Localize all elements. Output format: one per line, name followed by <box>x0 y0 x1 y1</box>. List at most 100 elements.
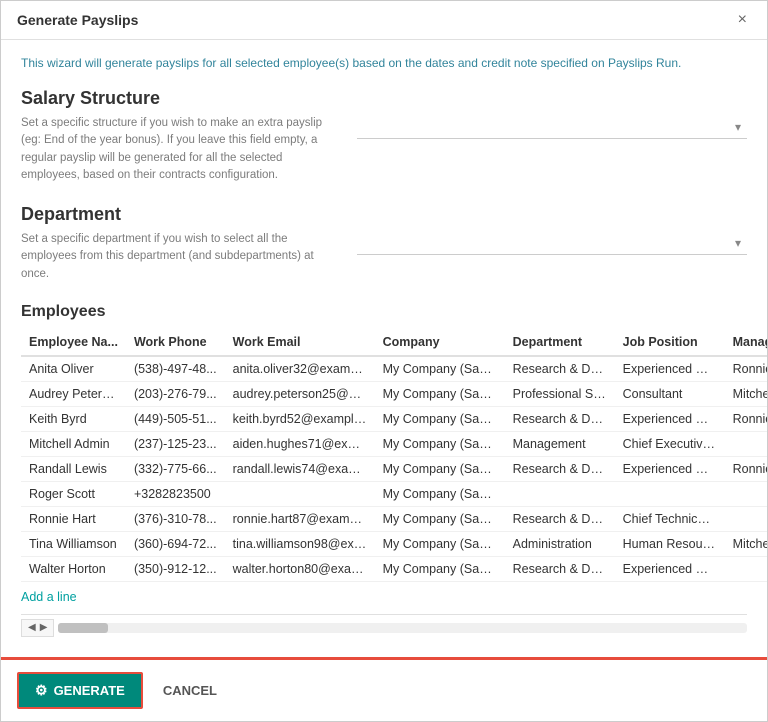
table-cell: Mitchell Admin <box>21 431 126 456</box>
modal-body: This wizard will generate payslips for a… <box>1 40 767 657</box>
table-cell: Mitchell... <box>725 531 767 556</box>
table-cell: Keith Byrd <box>21 406 126 431</box>
col-header-job: Job Position <box>615 329 725 356</box>
generate-button-label: GENERATE <box>54 683 125 698</box>
employees-section: Employees Employee Na... Work Phone Work… <box>21 303 747 604</box>
add-line-button[interactable]: Add a line <box>21 590 77 604</box>
generate-button[interactable]: ⚙ GENERATE <box>17 672 143 709</box>
table-cell: audrey.peterson25@example.com <box>225 381 375 406</box>
table-cell: My Company (San Francisco) <box>375 556 505 581</box>
table-cell: (360)-694-72... <box>126 531 225 556</box>
table-row[interactable]: Roger Scott+3282823500My Company (San Fr… <box>21 481 767 506</box>
col-header-email: Work Email <box>225 329 375 356</box>
table-cell: Audrey Peterson <box>21 381 126 406</box>
table-cell: walter.horton80@example.com <box>225 556 375 581</box>
table-cell <box>725 481 767 506</box>
table-cell: My Company (San Francisco) <box>375 431 505 456</box>
table-row[interactable]: Keith Byrd(449)-505-51...keith.byrd52@ex… <box>21 406 767 431</box>
table-cell: Experienced Developer <box>615 456 725 481</box>
table-cell <box>725 556 767 581</box>
table-cell: Ronnie H... <box>725 356 767 382</box>
table-cell: Administration <box>505 531 615 556</box>
salary-structure-dropdown-wrapper <box>357 115 747 139</box>
scroll-right-icon[interactable]: ▶ <box>40 622 48 633</box>
department-dropdown-wrapper <box>357 231 747 255</box>
table-cell: Human Resources Manager <box>615 531 725 556</box>
table-row[interactable]: Tina Williamson(360)-694-72...tina.willi… <box>21 531 767 556</box>
scroll-left-icon[interactable]: ◀ <box>28 622 36 633</box>
table-row[interactable]: Mitchell Admin(237)-125-23...aiden.hughe… <box>21 431 767 456</box>
department-desc: Set a specific department if you wish to… <box>21 231 341 283</box>
table-row[interactable]: Anita Oliver(538)-497-48...anita.oliver3… <box>21 356 767 382</box>
table-cell <box>615 481 725 506</box>
department-section: Department Set a specific department if … <box>21 204 747 283</box>
table-cell: Randall Lewis <box>21 456 126 481</box>
table-cell: Mitchell... <box>725 381 767 406</box>
table-cell: My Company (San Francisco) <box>375 481 505 506</box>
table-cell: Roger Scott <box>21 481 126 506</box>
department-row: Set a specific department if you wish to… <box>21 231 747 283</box>
table-cell: Consultant <box>615 381 725 406</box>
modal-footer: ⚙ GENERATE CANCEL <box>1 657 767 721</box>
table-cell: (203)-276-79... <box>126 381 225 406</box>
department-input-wrap <box>357 231 747 255</box>
generate-payslips-modal: Generate Payslips × This wizard will gen… <box>0 0 768 722</box>
table-cell: Research & Development <box>505 406 615 431</box>
table-cell: (350)-912-12... <box>126 556 225 581</box>
col-header-manager: Manage <box>725 329 767 356</box>
table-cell <box>505 481 615 506</box>
table-cell: aiden.hughes71@example.com <box>225 431 375 456</box>
table-row[interactable]: Walter Horton(350)-912-12...walter.horto… <box>21 556 767 581</box>
table-cell: (538)-497-48... <box>126 356 225 382</box>
close-button[interactable]: × <box>734 11 751 29</box>
table-cell: Experienced Developer <box>615 556 725 581</box>
table-row[interactable]: Randall Lewis(332)-775-66...randall.lewi… <box>21 456 767 481</box>
table-cell: Management <box>505 431 615 456</box>
table-body: Anita Oliver(538)-497-48...anita.oliver3… <box>21 356 767 582</box>
table-cell: ronnie.hart87@example.com <box>225 506 375 531</box>
table-cell: Tina Williamson <box>21 531 126 556</box>
table-cell: My Company (San Francisco) <box>375 456 505 481</box>
col-header-department: Department <box>505 329 615 356</box>
table-cell <box>225 481 375 506</box>
table-cell: My Company (San Francisco) <box>375 406 505 431</box>
table-cell: Anita Oliver <box>21 356 126 382</box>
modal-title: Generate Payslips <box>17 12 138 28</box>
table-header: Employee Na... Work Phone Work Email Com… <box>21 329 767 356</box>
table-cell: Ronnie Hart <box>21 506 126 531</box>
table-cell: (376)-310-78... <box>126 506 225 531</box>
table-cell: My Company (San Francisco) <box>375 531 505 556</box>
table-cell: (237)-125-23... <box>126 431 225 456</box>
table-cell <box>725 431 767 456</box>
table-cell: keith.byrd52@example.com <box>225 406 375 431</box>
table-cell: My Company (San Francisco) <box>375 381 505 406</box>
table-cell: My Company (San Francisco) <box>375 506 505 531</box>
salary-structure-dropdown[interactable] <box>357 115 747 139</box>
table-cell <box>725 506 767 531</box>
table-cell: anita.oliver32@example.com <box>225 356 375 382</box>
employees-title: Employees <box>21 303 747 321</box>
table-cell: (332)-775-66... <box>126 456 225 481</box>
col-header-phone: Work Phone <box>126 329 225 356</box>
table-row[interactable]: Audrey Peterson(203)-276-79...audrey.pet… <box>21 381 767 406</box>
col-header-company: Company <box>375 329 505 356</box>
employees-table: Employee Na... Work Phone Work Email Com… <box>21 329 767 582</box>
info-banner: This wizard will generate payslips for a… <box>21 56 747 70</box>
department-title: Department <box>21 204 747 225</box>
modal-header: Generate Payslips × <box>1 1 767 40</box>
salary-structure-section: Salary Structure Set a specific structur… <box>21 88 747 184</box>
table-cell: tina.williamson98@example.com <box>225 531 375 556</box>
salary-structure-desc: Set a specific structure if you wish to … <box>21 115 341 184</box>
table-row[interactable]: Ronnie Hart(376)-310-78...ronnie.hart87@… <box>21 506 767 531</box>
salary-structure-input-wrap <box>357 115 747 139</box>
salary-structure-row: Set a specific structure if you wish to … <box>21 115 747 184</box>
gear-icon: ⚙ <box>35 682 48 699</box>
table-cell: Experienced Developer <box>615 356 725 382</box>
table-cell: randall.lewis74@example.com <box>225 456 375 481</box>
table-cell: Chief Technical Officer <box>615 506 725 531</box>
table-cell: Chief Executive Officer <box>615 431 725 456</box>
table-cell: Research & Development <box>505 356 615 382</box>
department-dropdown[interactable] <box>357 231 747 255</box>
table-cell: Ronnie H... <box>725 406 767 431</box>
cancel-button[interactable]: CANCEL <box>155 679 225 702</box>
